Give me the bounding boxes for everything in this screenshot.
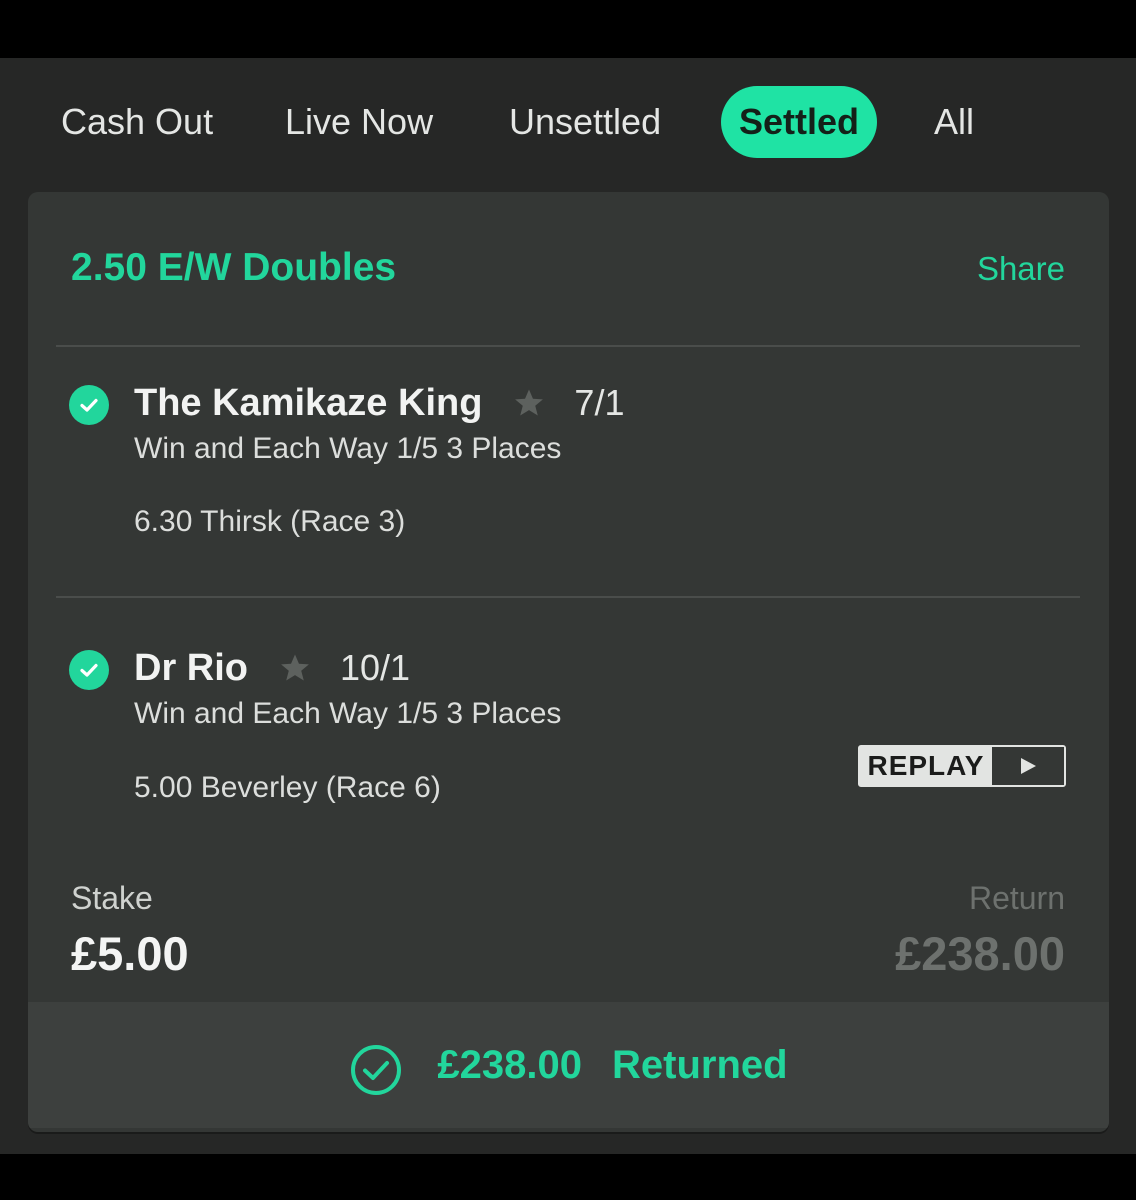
divider [56,345,1080,347]
returned-banner: £238.00 Returned [28,1002,1109,1128]
bet-history-screen: Cash Out Live Now Unsettled Settled All … [0,58,1136,1154]
market-description: Win and Each Way 1/5 3 Places [134,697,562,730]
bet-card: 2.50 E/W Doubles Share The Kamikaze King… [28,192,1109,1132]
tab-cash-out[interactable]: Cash Out [61,86,213,158]
stake-value: £5.00 [71,927,189,980]
return-label: Return [968,880,1065,916]
horse-name: Dr Rio [134,646,248,689]
star-icon[interactable] [278,651,312,685]
check-circle-outline-icon [351,1045,402,1095]
divider [56,596,1080,598]
tab-live-now[interactable]: Live Now [285,86,433,158]
selection-header: Dr Rio 10/1 [134,645,410,691]
tab-unsettled[interactable]: Unsettled [509,86,661,158]
stake-label: Stake [71,880,153,916]
replay-label: REPLAY [860,747,992,785]
selection-header: The Kamikaze King 7/1 [134,380,624,426]
odds: 10/1 [340,647,411,688]
market-description: Win and Each Way 1/5 3 Places [134,432,562,465]
share-link[interactable]: Share [977,250,1065,288]
return-value: £238.00 [895,927,1065,980]
replay-button[interactable]: REPLAY [858,745,1066,787]
tab-all[interactable]: All [934,86,974,158]
tab-settled[interactable]: Settled [721,86,878,158]
check-circle-icon [69,385,109,425]
horse-name: The Kamikaze King [134,381,483,424]
star-icon[interactable] [512,386,546,420]
play-icon [992,747,1064,785]
race-info: 5.00 Beverley (Race 6) [134,771,441,804]
returned-amount: £238.00 [437,1042,582,1087]
check-circle-icon [69,650,109,690]
bet-filter-tabs: Cash Out Live Now Unsettled Settled All [0,86,1136,158]
returned-label: Returned [612,1042,788,1087]
odds: 7/1 [574,382,625,423]
race-info: 6.30 Thirsk (Race 3) [134,505,406,538]
bet-title: 2.50 E/W Doubles [71,246,397,289]
